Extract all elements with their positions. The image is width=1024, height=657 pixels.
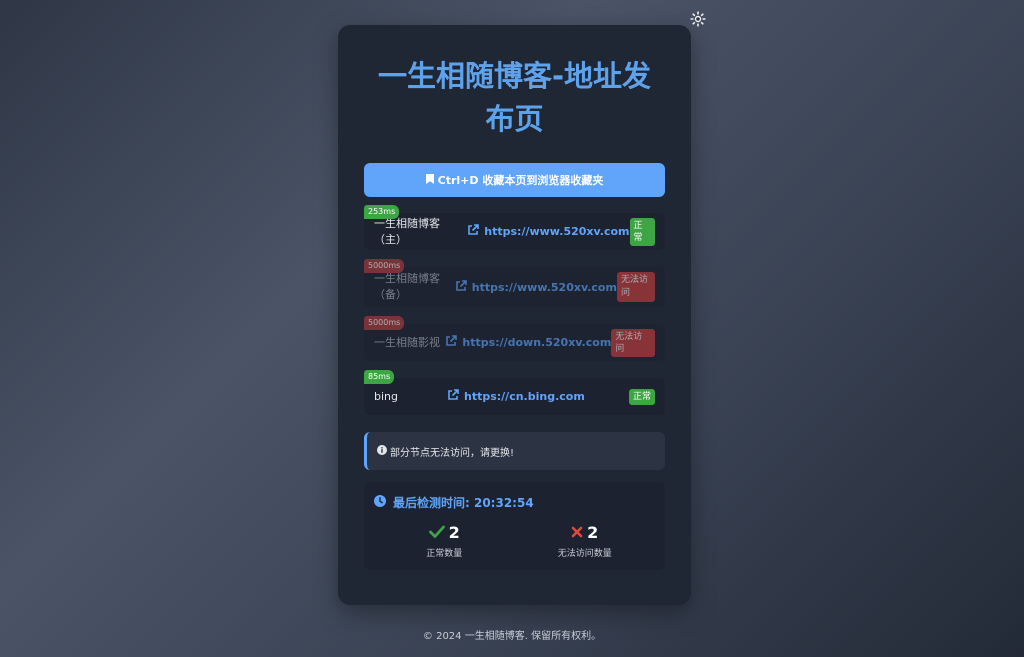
status-badge: 无法访问	[611, 328, 655, 357]
external-link-icon	[467, 224, 480, 239]
last-check: 最后检测时间: 20:32:54	[374, 494, 655, 511]
stats-panel: 最后检测时间: 20:32:54 2 正常数量 2 无法访问数量	[364, 482, 665, 570]
latency-badge: 253ms	[364, 205, 400, 219]
link-url[interactable]: https://down.520xv.com	[445, 335, 611, 350]
bookmark-label: Ctrl+D 收藏本页到浏览器收藏夹	[437, 174, 604, 187]
theme-toggle-sun-icon[interactable]	[689, 10, 707, 28]
latency-badge: 85ms	[364, 370, 395, 384]
bad-count-box: 2 无法访问数量	[515, 523, 656, 559]
status-badge: 正常	[629, 217, 655, 246]
link-name: 一生相随影视	[374, 335, 440, 349]
link-list: 253ms 一生相随博客（主） https://www.520xv.com 正常…	[364, 205, 665, 415]
link-url[interactable]: https://www.520xv.com	[467, 224, 630, 239]
bookmark-button[interactable]: Ctrl+D 收藏本页到浏览器收藏夹	[364, 163, 665, 197]
latency-badge: 5000ms	[364, 316, 405, 330]
bad-count: 2	[587, 523, 599, 542]
link-name: 一生相随博客（备）	[374, 272, 440, 301]
cross-icon	[571, 523, 583, 542]
link-row-video: 5000ms 一生相随影视 https://down.520xv.com 无法访…	[364, 316, 665, 361]
link-name: 一生相随博客（主）	[374, 216, 440, 246]
status-badge: 正常	[628, 388, 655, 405]
link-row-backup: 5000ms 一生相随博客（备） https://www.520xv.com 无…	[364, 259, 665, 307]
ok-count-box: 2 正常数量	[374, 523, 515, 559]
link-url[interactable]: https://cn.bing.com	[447, 389, 585, 404]
footer-copyright: © 2024 一生相随博客. 保留所有权利。	[422, 631, 602, 642]
clock-icon	[374, 495, 386, 510]
main-card: 一生相随博客-地址发布页 Ctrl+D 收藏本页到浏览器收藏夹 253ms 一生…	[338, 25, 691, 605]
bad-count-label: 无法访问数量	[557, 549, 612, 559]
link-row-main: 253ms 一生相随博客（主） https://www.520xv.com 正常	[364, 205, 665, 250]
ok-count: 2	[448, 523, 460, 542]
notice-banner: 部分节点无法访问，请更换!	[364, 432, 665, 470]
counts-row: 2 正常数量 2 无法访问数量	[374, 523, 655, 559]
notice-text: 部分节点无法访问，请更换!	[390, 447, 515, 459]
external-link-icon	[445, 335, 458, 350]
latency-badge: 5000ms	[364, 259, 405, 273]
bookmark-icon	[425, 173, 434, 187]
link-name: bing	[374, 389, 398, 403]
link-row-bing: 85ms bing https://cn.bing.com 正常	[364, 370, 665, 415]
check-icon	[428, 523, 445, 542]
ok-count-label: 正常数量	[426, 549, 463, 559]
status-badge: 无法访问	[616, 272, 655, 302]
info-icon	[377, 444, 387, 458]
external-link-icon	[455, 279, 467, 295]
link-url[interactable]: https://www.520xv.com	[455, 279, 617, 295]
external-link-icon	[447, 389, 459, 404]
last-check-text: 最后检测时间: 20:32:54	[393, 496, 534, 510]
page-title: 一生相随博客-地址发布页	[377, 59, 652, 136]
